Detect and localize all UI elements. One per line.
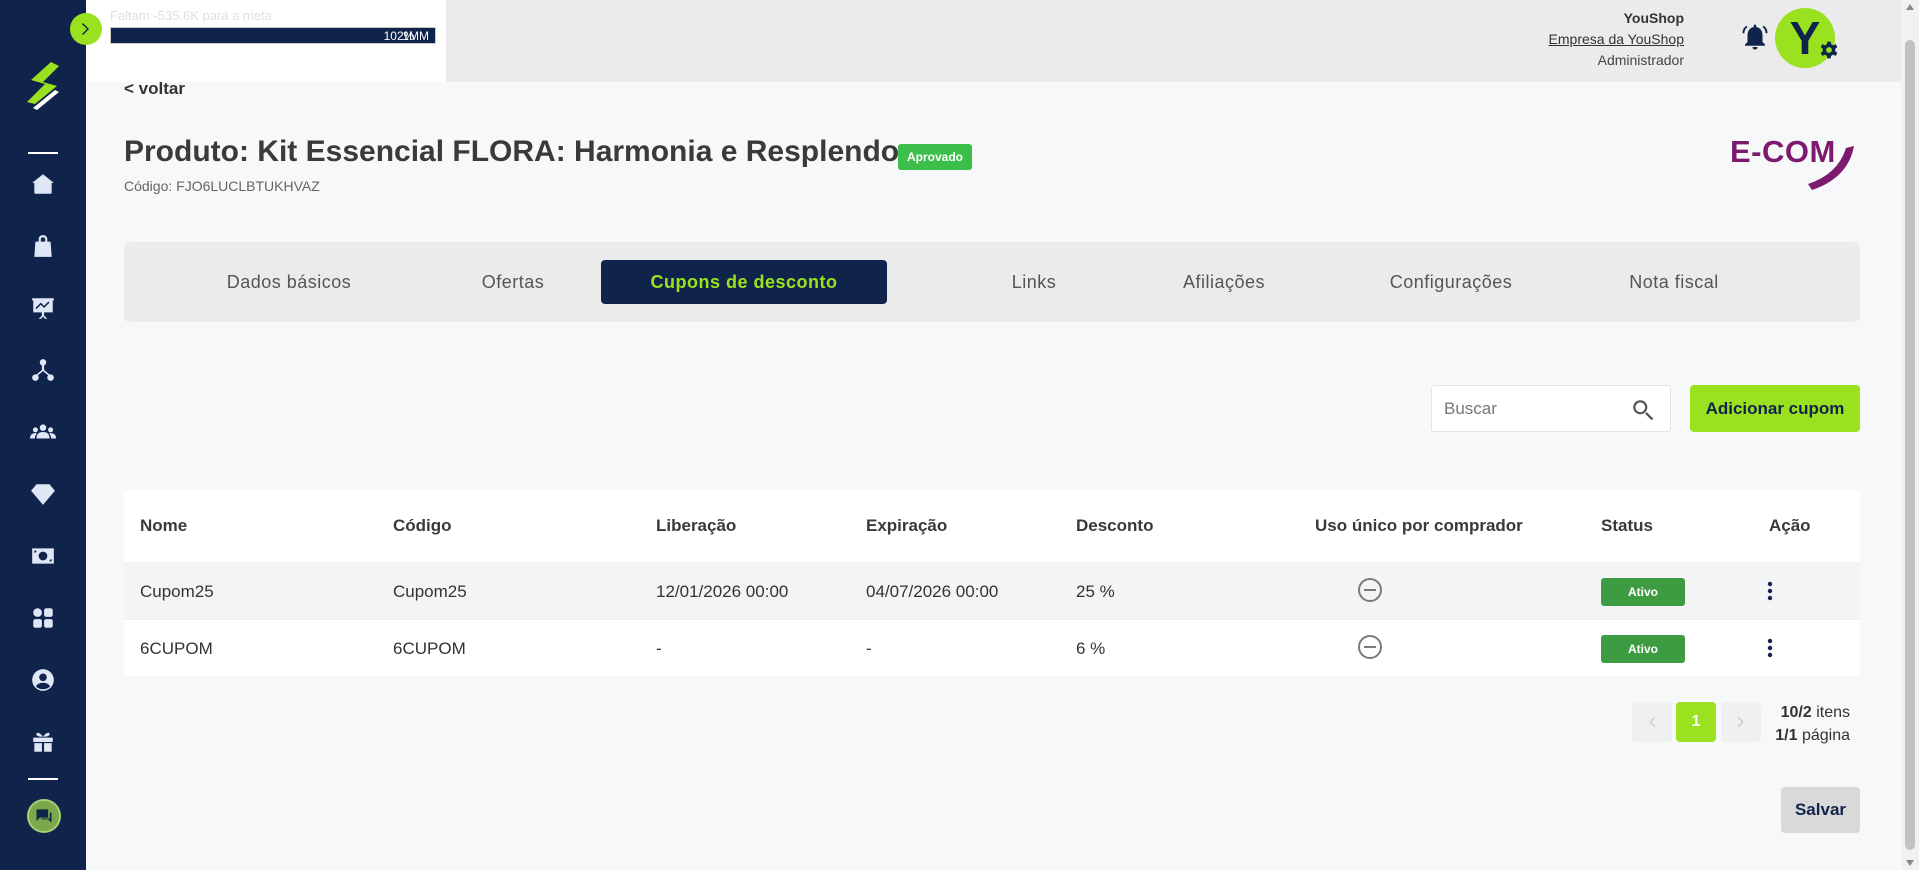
column-header-desconto[interactable]: Desconto: [1076, 516, 1153, 536]
app-logo-icon[interactable]: [21, 60, 65, 112]
status-badge: Ativo: [1601, 635, 1685, 663]
scroll-up-arrow-icon[interactable]: [1906, 4, 1914, 10]
brand-swoosh-icon: [1808, 146, 1854, 190]
column-header-codigo[interactable]: Código: [393, 516, 452, 536]
tab-nota-fiscal[interactable]: Nota fiscal: [1584, 260, 1764, 304]
table-row[interactable]: 6CUPOM 6CUPOM - - 6 % Ativo: [124, 619, 1860, 676]
chevron-right-icon: [82, 23, 89, 35]
cell-nome: 6CUPOM: [140, 639, 213, 658]
pagination-info: 10/2 itens 1/1 página: [1775, 701, 1850, 747]
pagination-page-button[interactable]: 1: [1676, 702, 1716, 742]
apps-icon[interactable]: [27, 602, 59, 634]
user-circle-icon[interactable]: [27, 664, 59, 696]
tab-afiliacoes[interactable]: Afiliações: [1144, 260, 1304, 304]
users-group-icon[interactable]: [27, 416, 59, 448]
cell-nome: Cupom25: [140, 582, 214, 601]
minus-circle-icon: [1357, 634, 1383, 660]
status-badge: Ativo: [1601, 578, 1685, 606]
search-input[interactable]: [1444, 396, 1624, 422]
cell-liberacao: 12/01/2026 00:00: [656, 582, 789, 601]
chat-icon[interactable]: [27, 799, 61, 833]
user-company-link[interactable]: Empresa da YouShop: [1549, 29, 1684, 50]
tab-configuracoes[interactable]: Configurações: [1346, 260, 1556, 304]
table-header: Nome Código Liberação Expiração Desconto…: [124, 490, 1860, 562]
page-scrollbar[interactable]: [1901, 0, 1919, 870]
more-vertical-icon[interactable]: [1758, 577, 1782, 605]
pages-count: 1/1 página: [1775, 727, 1850, 744]
back-link[interactable]: < voltar: [124, 79, 185, 99]
user-info: YouShop Empresa da YouShop Administrador: [1549, 8, 1684, 71]
coupons-table: Nome Código Liberação Expiração Desconto…: [124, 490, 1860, 676]
home-icon[interactable]: [27, 168, 59, 200]
column-header-expiracao[interactable]: Expiração: [866, 516, 947, 536]
cell-expiracao: 04/07/2026 00:00: [866, 582, 999, 601]
column-header-acao: Ação: [1769, 516, 1811, 535]
tab-cupons-de-desconto[interactable]: Cupons de desconto: [601, 260, 887, 304]
user-name: YouShop: [1623, 10, 1684, 26]
tab-dados-basicos[interactable]: Dados básicos: [178, 260, 400, 304]
cell-desconto: 6 %: [1076, 639, 1106, 658]
diamond-icon[interactable]: [27, 478, 59, 510]
user-role: Administrador: [1597, 52, 1684, 68]
column-header-uso-unico[interactable]: Uso único por comprador: [1315, 516, 1523, 536]
save-button[interactable]: Salvar: [1781, 787, 1860, 833]
scroll-down-arrow-icon[interactable]: [1906, 860, 1914, 866]
sidebar-divider: [28, 152, 58, 154]
more-vertical-icon[interactable]: [1758, 634, 1782, 662]
shopping-bag-icon[interactable]: [27, 230, 59, 262]
cell-desconto: 25 %: [1076, 582, 1115, 601]
goal-progress-label: 102%1MM: [384, 29, 429, 43]
sales-goal-widget: Faltam -535.6K para a meta 102%1MM: [86, 0, 446, 82]
cell-codigo: 6CUPOM: [393, 639, 466, 658]
sidebar-divider: [28, 778, 58, 780]
column-header-nome[interactable]: Nome: [140, 516, 187, 536]
sidebar: [0, 0, 86, 870]
network-icon[interactable]: [27, 354, 59, 386]
tab-ofertas[interactable]: Ofertas: [427, 260, 599, 304]
product-tabs: Dados básicos Ofertas Cupons de desconto…: [124, 242, 1860, 322]
cell-liberacao: -: [656, 639, 662, 658]
scrollbar-thumb[interactable]: [1905, 40, 1915, 850]
gear-icon[interactable]: [1819, 40, 1839, 60]
product-code: Código: FJO6LUCLBTUKHVAZ: [124, 178, 320, 194]
sidebar-expand-button[interactable]: [70, 13, 102, 45]
column-header-liberacao[interactable]: Liberação: [656, 516, 736, 536]
bell-icon[interactable]: [1740, 22, 1770, 52]
goal-target-label: 1MM: [402, 29, 429, 43]
top-bar: Faltam -535.6K para a meta 102%1MM YouSh…: [86, 0, 1901, 82]
table-row[interactable]: Cupom25 Cupom25 12/01/2026 00:00 04/07/2…: [124, 562, 1860, 619]
items-count: 10/2 itens: [1780, 704, 1850, 721]
cell-codigo: Cupom25: [393, 582, 467, 601]
gift-icon[interactable]: [27, 726, 59, 758]
product-status-badge: Aprovado: [898, 144, 973, 170]
page-title: Produto: Kit Essencial FLORA: Harmonia e…: [124, 135, 911, 168]
search-box: [1431, 385, 1671, 432]
column-header-status[interactable]: Status: [1601, 516, 1653, 536]
chevron-left-icon: [1649, 716, 1656, 728]
goal-text: Faltam -535.6K para a meta: [110, 8, 272, 23]
cell-expiracao: -: [866, 639, 872, 658]
minus-circle-icon: [1357, 577, 1383, 603]
chevron-right-icon: [1737, 716, 1744, 728]
search-icon[interactable]: [1630, 397, 1656, 423]
presentation-chart-icon[interactable]: [27, 292, 59, 324]
pagination-prev-button[interactable]: [1632, 702, 1672, 742]
pagination-next-button[interactable]: [1721, 702, 1761, 742]
goal-progress-bar: 102%1MM: [110, 27, 436, 44]
money-icon[interactable]: [27, 540, 59, 572]
add-coupon-button[interactable]: Adicionar cupom: [1690, 385, 1860, 432]
tab-links[interactable]: Links: [964, 260, 1104, 304]
